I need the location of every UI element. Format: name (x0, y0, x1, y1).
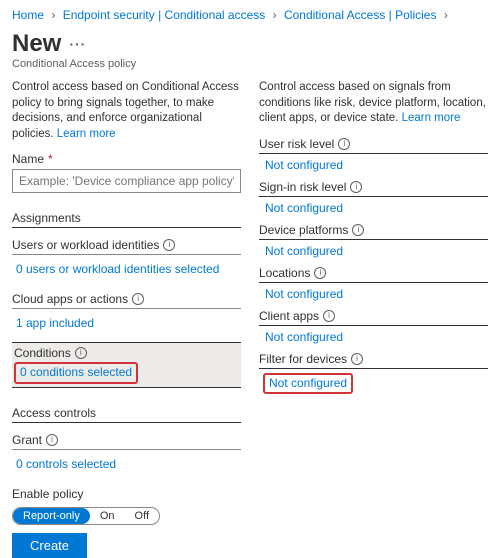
user-risk-value[interactable]: Not configured (259, 156, 488, 176)
breadcrumb-endpoint-security[interactable]: Endpoint security | Conditional access (63, 8, 266, 22)
conditions-section: Conditions i 0 conditions selected (12, 342, 241, 388)
conditions-label: Conditions (14, 346, 71, 360)
info-icon[interactable]: i (314, 267, 326, 279)
chevron-right-icon: › (51, 8, 55, 22)
signin-risk-label: Sign-in risk level i (259, 180, 488, 196)
learn-more-right[interactable]: Learn more (402, 112, 461, 124)
filter-devices-label: Filter for devices i (259, 352, 488, 368)
client-apps-value[interactable]: Not configured (259, 328, 488, 348)
grant-label: Grant i (12, 429, 241, 450)
access-controls-heading: Access controls (12, 402, 241, 423)
device-platforms-value[interactable]: Not configured (259, 242, 488, 262)
info-icon[interactable]: i (132, 293, 144, 305)
create-button[interactable]: Create (12, 533, 87, 558)
name-input[interactable] (12, 169, 241, 193)
info-icon[interactable]: i (46, 434, 58, 446)
info-icon[interactable]: i (350, 181, 362, 193)
breadcrumb: Home › Endpoint security | Conditional a… (12, 8, 488, 22)
learn-more-left[interactable]: Learn more (57, 128, 116, 140)
locations-label: Locations i (259, 266, 488, 282)
right-intro: Control access based on signals from con… (259, 80, 488, 127)
name-label: Name* (12, 152, 241, 166)
users-value[interactable]: 0 users or workload identities selected (12, 259, 241, 282)
grant-value[interactable]: 0 controls selected (12, 454, 241, 477)
info-icon[interactable]: i (323, 310, 335, 322)
users-label: Users or workload identities i (12, 234, 241, 255)
apps-label: Cloud apps or actions i (12, 288, 241, 309)
breadcrumb-home[interactable]: Home (12, 8, 44, 22)
enable-policy-toggle[interactable]: Report-only On Off (12, 507, 160, 525)
footer: Enable policy Report-only On Off Create (12, 487, 488, 558)
page-subtitle: Conditional Access policy (12, 58, 488, 70)
chevron-right-icon: › (444, 8, 448, 22)
toggle-on[interactable]: On (90, 508, 125, 524)
filter-devices-value[interactable]: Not configured (263, 373, 353, 395)
apps-value[interactable]: 1 app included (12, 313, 241, 336)
toggle-off[interactable]: Off (125, 508, 159, 524)
more-icon[interactable]: ··· (69, 36, 86, 52)
left-intro: Control access based on Conditional Acce… (12, 80, 241, 142)
client-apps-label: Client apps i (259, 309, 488, 325)
signin-risk-value[interactable]: Not configured (259, 199, 488, 219)
breadcrumb-conditional-access[interactable]: Conditional Access | Policies (284, 8, 437, 22)
device-platforms-label: Device platforms i (259, 223, 488, 239)
right-column: Control access based on signals from con… (259, 80, 488, 477)
toggle-report-only[interactable]: Report-only (13, 508, 90, 524)
info-icon[interactable]: i (75, 347, 87, 359)
chevron-right-icon: › (273, 8, 277, 22)
page-title: New ··· (12, 30, 488, 58)
user-risk-label: User risk level i (259, 137, 488, 153)
locations-value[interactable]: Not configured (259, 285, 488, 305)
conditions-value[interactable]: 0 conditions selected (14, 362, 138, 384)
enable-policy-label: Enable policy (12, 487, 488, 501)
info-icon[interactable]: i (352, 224, 364, 236)
assignments-heading: Assignments (12, 207, 241, 228)
info-icon[interactable]: i (351, 353, 363, 365)
info-icon[interactable]: i (163, 239, 175, 251)
info-icon[interactable]: i (338, 138, 350, 150)
left-column: Control access based on Conditional Acce… (12, 80, 241, 477)
